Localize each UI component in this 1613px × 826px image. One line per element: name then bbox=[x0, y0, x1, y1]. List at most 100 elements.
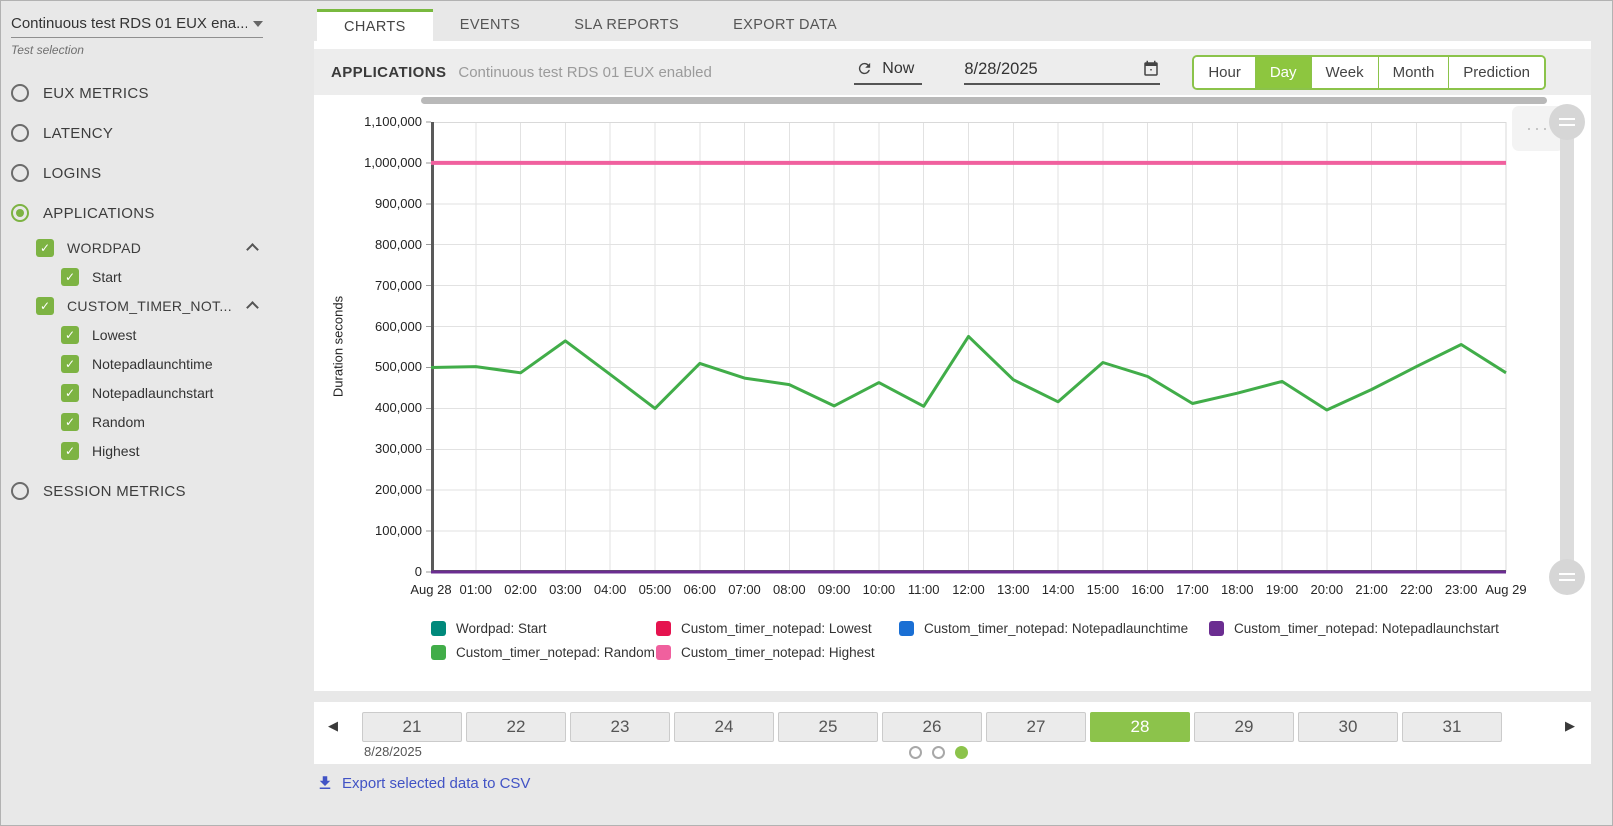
legend-label: Custom_timer_notepad: Lowest bbox=[681, 621, 872, 636]
range-button-hour[interactable]: Hour bbox=[1194, 57, 1255, 88]
time-range-group: HourDayWeekMonthPrediction bbox=[1192, 55, 1546, 90]
checkbox-icon-start[interactable]: ✓ bbox=[61, 268, 79, 286]
day-button-27[interactable]: 27 bbox=[986, 712, 1086, 742]
date-value: 8/28/2025 bbox=[964, 60, 1142, 79]
legend-label: Custom_timer_notepad: Notepadlaunchstart bbox=[1234, 621, 1499, 636]
tree-item-label: Start bbox=[92, 269, 122, 285]
day-button-26[interactable]: 26 bbox=[882, 712, 982, 742]
tab-events[interactable]: EVENTS bbox=[433, 9, 547, 41]
day-button-21[interactable]: 21 bbox=[362, 712, 462, 742]
radio-icon-latency bbox=[11, 124, 29, 142]
radio-icon-logins bbox=[11, 164, 29, 182]
calendar-icon[interactable] bbox=[1142, 60, 1160, 78]
legend-swatch bbox=[899, 621, 914, 636]
legend-item-wordpad-start[interactable]: Wordpad: Start bbox=[431, 621, 656, 636]
y-axis-tick-label: 300,000 bbox=[330, 441, 422, 456]
download-icon bbox=[316, 774, 334, 792]
range-button-day[interactable]: Day bbox=[1255, 57, 1311, 88]
checkbox-icon-notepadlaunchstart[interactable]: ✓ bbox=[61, 384, 79, 402]
checkbox-icon-lowest[interactable]: ✓ bbox=[61, 326, 79, 344]
metric-section-list: EUX METRICS LATENCY LOGINS APPLICATIONS ✓WOR… bbox=[11, 73, 307, 511]
checkbox-icon-custom-timer-not[interactable]: ✓ bbox=[36, 297, 54, 315]
range-button-week[interactable]: Week bbox=[1311, 57, 1378, 88]
day-button-28[interactable]: 28 bbox=[1090, 712, 1190, 742]
day-button-24[interactable]: 24 bbox=[674, 712, 774, 742]
day-button-29[interactable]: 29 bbox=[1194, 712, 1294, 742]
legend-label: Custom_timer_notepad: Notepadlaunchtime bbox=[924, 621, 1188, 636]
tree-item-lowest[interactable]: ✓Lowest bbox=[11, 320, 307, 349]
radio-icon-eux-metrics bbox=[11, 84, 29, 102]
legend-swatch bbox=[431, 621, 446, 636]
tree-item-random[interactable]: ✓Random bbox=[11, 407, 307, 436]
previous-days-arrow[interactable]: ◀ bbox=[328, 719, 338, 734]
checkbox-icon-notepadlaunchtime[interactable]: ✓ bbox=[61, 355, 79, 373]
sidebar-item-eux-metrics[interactable]: EUX METRICS bbox=[11, 73, 307, 113]
sidebar-item-session-metrics[interactable]: SESSION METRICS bbox=[11, 471, 307, 511]
y-axis-tick-label: 0 bbox=[330, 564, 422, 579]
legend-item-custom-timer-notepad-random[interactable]: Custom_timer_notepad: Random bbox=[431, 645, 656, 660]
pagination-dot-3[interactable] bbox=[955, 746, 968, 759]
sidebar-item-label: LATENCY bbox=[43, 125, 113, 142]
dropdown-caret-icon bbox=[253, 21, 263, 27]
next-days-arrow[interactable]: ▶ bbox=[1565, 719, 1575, 734]
selected-date-label: 8/28/2025 bbox=[364, 744, 422, 759]
test-name-subtitle: Continuous test RDS 01 EUX enabled bbox=[458, 64, 711, 81]
radio-icon-session-metrics bbox=[11, 482, 29, 500]
chart-vertical-slider-track[interactable] bbox=[1560, 120, 1574, 580]
legend-item-custom-timer-notepad-notepadlaunchstart[interactable]: Custom_timer_notepad: Notepadlaunchstart bbox=[1209, 621, 1499, 636]
range-button-month[interactable]: Month bbox=[1378, 57, 1449, 88]
test-selection-dropdown[interactable]: Continuous test RDS 01 EUX ena... bbox=[11, 13, 263, 38]
day-button-25[interactable]: 25 bbox=[778, 712, 878, 742]
pagination-dot-1[interactable] bbox=[909, 746, 922, 759]
tab-export-data[interactable]: EXPORT DATA bbox=[706, 9, 864, 41]
tree-item-notepadlaunchstart[interactable]: ✓ Notepadlaunchstart bbox=[11, 378, 307, 407]
day-button-23[interactable]: 23 bbox=[570, 712, 670, 742]
chart-horizontal-scrollbar[interactable] bbox=[421, 97, 1547, 104]
legend-item-custom-timer-notepad-highest[interactable]: Custom_timer_notepad: Highest bbox=[656, 645, 899, 660]
y-axis-tick-label: 800,000 bbox=[330, 237, 422, 252]
test-selection-caption: Test selection bbox=[11, 43, 307, 57]
chevron-up-icon[interactable] bbox=[246, 243, 259, 256]
sidebar-item-latency[interactable]: LATENCY bbox=[11, 113, 307, 153]
chevron-up-icon[interactable] bbox=[246, 301, 259, 314]
sidebar-item-applications[interactable]: APPLICATIONS bbox=[11, 193, 307, 233]
tree-item-start[interactable]: ✓ Start bbox=[11, 262, 307, 291]
tab-sla-reports[interactable]: SLA REPORTS bbox=[547, 9, 706, 41]
sidebar-item-label: SESSION METRICS bbox=[43, 483, 186, 500]
checkbox-icon-wordpad[interactable]: ✓ bbox=[36, 239, 54, 257]
tree-group-custom-timer-not[interactable]: ✓CUSTOM_TIMER_NOT... bbox=[11, 291, 263, 320]
day-button-22[interactable]: 22 bbox=[466, 712, 566, 742]
checkbox-icon-random[interactable]: ✓ bbox=[61, 413, 79, 431]
refresh-now-button[interactable]: Now bbox=[854, 60, 922, 85]
tree-item-highest[interactable]: ✓Highest bbox=[11, 436, 307, 465]
date-input[interactable]: 8/28/2025 bbox=[964, 60, 1160, 85]
sidebar-item-label: APPLICATIONS bbox=[43, 205, 155, 222]
applications-tree: ✓WORDPAD✓Start✓CUSTOM_TIMER_NOT...✓Lowes… bbox=[11, 233, 307, 465]
legend-item-custom-timer-notepad-notepadlaunchtime[interactable]: Custom_timer_notepad: Notepadlaunchtime bbox=[899, 621, 1209, 636]
chart-header: APPLICATIONS Continuous test RDS 01 EUX … bbox=[314, 49, 1591, 95]
app-window: Continuous test RDS 01 EUX ena... Test s… bbox=[0, 0, 1613, 826]
slider-handle-top[interactable] bbox=[1549, 104, 1585, 140]
legend-item-custom-timer-notepad-lowest[interactable]: Custom_timer_notepad: Lowest bbox=[656, 621, 899, 636]
day-button-30[interactable]: 30 bbox=[1298, 712, 1398, 742]
tab-charts[interactable]: CHARTS bbox=[317, 9, 433, 41]
slider-handle-bottom[interactable] bbox=[1549, 559, 1585, 595]
legend-label: Custom_timer_notepad: Random bbox=[456, 645, 655, 660]
radio-icon-applications bbox=[11, 204, 29, 222]
export-csv-link[interactable]: Export selected data to CSV bbox=[316, 774, 530, 792]
tree-item-notepadlaunchtime[interactable]: ✓Notepadlaunchtime bbox=[11, 349, 307, 378]
sidebar-item-logins[interactable]: LOGINS bbox=[11, 153, 307, 193]
day-button-31[interactable]: 31 bbox=[1402, 712, 1502, 742]
tree-item-label: Notepadlaunchstart bbox=[92, 385, 213, 401]
tab-bar: CHARTSEVENTSSLA REPORTSEXPORT DATA bbox=[317, 9, 864, 41]
pagination-dots bbox=[909, 746, 968, 759]
range-button-prediction[interactable]: Prediction bbox=[1448, 57, 1544, 88]
y-axis-tick-label: 1,000,000 bbox=[330, 155, 422, 170]
y-axis-tick-label: 900,000 bbox=[330, 196, 422, 211]
checkbox-icon-highest[interactable]: ✓ bbox=[61, 442, 79, 460]
chart-body: ··· Duration seconds Wordpad: StartCusto… bbox=[314, 95, 1591, 691]
y-axis-tick-label: 100,000 bbox=[330, 523, 422, 538]
legend-label: Custom_timer_notepad: Highest bbox=[681, 645, 875, 660]
pagination-dot-2[interactable] bbox=[932, 746, 945, 759]
tree-group-wordpad[interactable]: ✓WORDPAD bbox=[11, 233, 263, 262]
